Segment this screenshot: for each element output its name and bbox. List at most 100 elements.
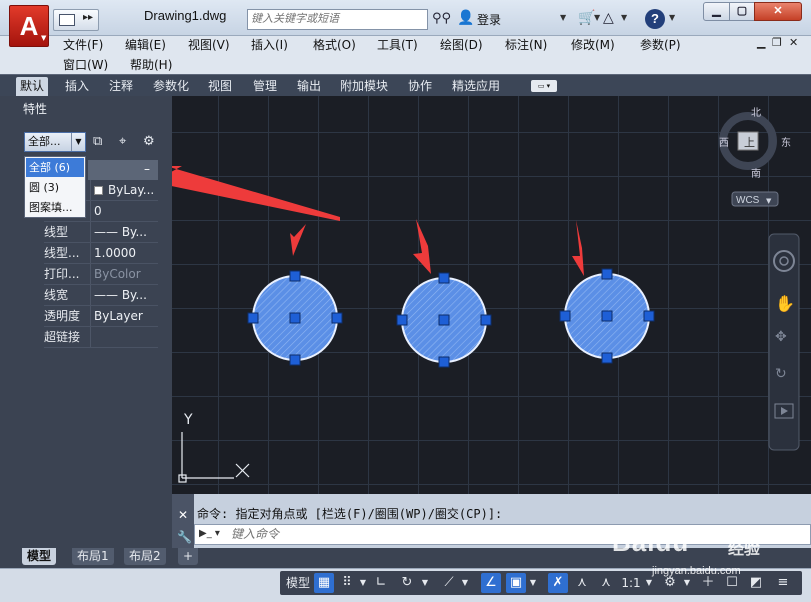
help-icon[interactable]: ? bbox=[645, 9, 665, 29]
prop-linetype-scale-value[interactable]: 1.0000 bbox=[90, 243, 158, 263]
prop-transparency-value[interactable]: ByLayer bbox=[90, 306, 158, 326]
tab-featured-apps[interactable]: 精选应用 bbox=[448, 77, 504, 96]
properties-palette: 特性 全部... ▼ ⧉ ⌖ ⚙ – 全部 (6) 圆 (3) 图案填... B… bbox=[0, 96, 172, 548]
grip bbox=[396, 314, 408, 326]
login-button[interactable]: 登录 bbox=[477, 11, 501, 28]
dropdown-option-all[interactable]: 全部 (6) bbox=[26, 158, 84, 177]
chevron-right-icon[interactable]: ▸▸ bbox=[83, 12, 93, 23]
grip bbox=[289, 270, 301, 282]
snap-icon[interactable]: ⠿ bbox=[338, 573, 356, 593]
menu-tools[interactable]: 工具(T) bbox=[377, 36, 418, 53]
menu-window[interactable]: 窗口(W) bbox=[63, 56, 108, 73]
minimize-button[interactable]: ▁ bbox=[703, 2, 730, 21]
grip bbox=[601, 352, 613, 364]
tab-output[interactable]: 输出 bbox=[293, 77, 325, 96]
search-input[interactable] bbox=[251, 12, 423, 25]
tab-view[interactable]: 视图 bbox=[204, 77, 236, 96]
ribbon-options-icon[interactable]: ▭ ▾ bbox=[531, 80, 557, 92]
new-file-icon[interactable] bbox=[59, 14, 75, 26]
prop-lineweight-value[interactable]: —— By... bbox=[90, 285, 158, 305]
menu-view[interactable]: 视图(V) bbox=[188, 36, 230, 53]
menu-edit[interactable]: 编辑(E) bbox=[125, 36, 166, 53]
tab-parametric[interactable]: 参数化 bbox=[149, 77, 193, 96]
close-button[interactable]: ✕ bbox=[754, 2, 802, 21]
annotation-visibility-icon[interactable]: ✗ bbox=[548, 573, 568, 593]
selection-filter-combo[interactable]: 全部... ▼ bbox=[24, 132, 86, 152]
search-box[interactable] bbox=[247, 9, 428, 30]
tab-layout2[interactable]: 布局2 bbox=[124, 548, 166, 565]
prop-linetype-scale-label: 线型... bbox=[44, 246, 80, 260]
chevron-down-icon[interactable]: ▼ bbox=[420, 573, 430, 593]
wrench-icon[interactable]: 🔧 bbox=[177, 530, 192, 544]
select-objects-icon[interactable]: ⌖ bbox=[119, 134, 126, 149]
grid-icon[interactable]: ▦ bbox=[314, 573, 334, 593]
user-icon[interactable]: 👤 bbox=[457, 10, 474, 26]
menu-modify[interactable]: 修改(M) bbox=[571, 36, 615, 53]
tab-manage[interactable]: 管理 bbox=[249, 77, 281, 96]
prop-color-value[interactable]: ByLay... bbox=[90, 180, 158, 200]
command-line-grip[interactable]: ✕ 🔧 bbox=[172, 494, 194, 548]
chevron-down-icon[interactable]: ▼ bbox=[358, 573, 368, 593]
navigation-bar[interactable]: ✋ ✥ ↻ bbox=[768, 233, 800, 451]
cart-icon[interactable]: 🛒 bbox=[578, 10, 595, 26]
tab-layout1[interactable]: 布局1 bbox=[72, 548, 114, 565]
object-snap-tracking-icon[interactable]: ∠ bbox=[481, 573, 501, 593]
dropdown-option-circle[interactable]: 圆 (3) bbox=[26, 178, 84, 197]
chevron-down-icon[interactable]: ▼ bbox=[669, 13, 675, 22]
menu-draw[interactable]: 绘图(D) bbox=[440, 36, 483, 53]
chevron-down-icon[interactable]: ▼ bbox=[560, 13, 566, 22]
binoculars-icon[interactable]: ⚲⚲ bbox=[432, 11, 451, 26]
model-space-button[interactable]: 模型 bbox=[283, 573, 313, 593]
chevron-down-icon[interactable]: ▼ bbox=[528, 573, 538, 593]
menu-help[interactable]: 帮助(H) bbox=[130, 56, 172, 73]
command-prompt-icon[interactable]: ▶_ ▾ bbox=[199, 528, 220, 539]
prop-plotstyle-value[interactable]: ByColor bbox=[90, 264, 158, 284]
tab-home[interactable]: 默认 bbox=[16, 77, 49, 96]
close-icon[interactable]: ✕ bbox=[178, 508, 188, 522]
selection-combo-label: 全部... bbox=[28, 135, 61, 148]
chevron-down-icon[interactable]: ▼ bbox=[621, 13, 627, 22]
tab-insert[interactable]: 插入 bbox=[61, 77, 93, 96]
viewcube[interactable]: 上 北 南 东 西 WCS ▼ bbox=[719, 107, 791, 207]
object-snap-icon[interactable]: ▣ bbox=[506, 573, 526, 593]
prop-hyperlink-value[interactable] bbox=[90, 327, 158, 347]
viewcube-south: 南 bbox=[751, 167, 761, 180]
chevron-down-icon[interactable]: ▼ bbox=[594, 13, 600, 22]
tab-model[interactable]: 模型 bbox=[22, 548, 57, 565]
menu-bar: 文件(F) 编辑(E) 视图(V) 插入(I) 格式(O) 工具(T) 绘图(D… bbox=[0, 36, 811, 74]
menu-insert[interactable]: 插入(I) bbox=[251, 36, 288, 53]
tab-collaborate[interactable]: 协作 bbox=[404, 77, 436, 96]
doc-close-button[interactable]: ✕ bbox=[789, 36, 798, 49]
isodraft-icon[interactable]: ⟋ bbox=[440, 573, 458, 593]
prop-plotstyle-label: 打印... bbox=[44, 267, 80, 281]
selection-dropdown-list: 全部 (6) 圆 (3) 图案填... bbox=[24, 156, 86, 218]
general-category-header[interactable]: – bbox=[88, 160, 158, 180]
auto-scale-icon[interactable]: ⋏ bbox=[572, 573, 592, 593]
chevron-down-icon[interactable]: ▼ bbox=[71, 133, 85, 151]
doc-restore-button[interactable]: ❐ bbox=[772, 36, 782, 49]
add-layout-button[interactable]: + bbox=[178, 548, 199, 565]
quick-select-icon[interactable]: ⚙ bbox=[143, 134, 155, 149]
ortho-icon[interactable]: ∟ bbox=[373, 573, 389, 593]
chevron-down-icon[interactable]: ▼ bbox=[41, 34, 46, 42]
toggle-pickadd-icon[interactable]: ⧉ bbox=[93, 134, 102, 149]
polar-icon[interactable]: ↻ bbox=[398, 573, 416, 593]
menu-parametric[interactable]: 参数(P) bbox=[640, 36, 681, 53]
menu-dimension[interactable]: 标注(N) bbox=[505, 36, 547, 53]
drawing-svg: Y 上 北 南 东 西 WCS ▼ ✋ ✥ ↻ bbox=[172, 107, 800, 483]
quick-access-toolbar[interactable]: ▸▸ bbox=[53, 9, 99, 31]
collapse-icon[interactable]: – bbox=[144, 160, 150, 178]
exchange-icon[interactable]: △ bbox=[603, 10, 614, 26]
doc-minimize-button[interactable]: ▁ bbox=[757, 36, 765, 49]
dropdown-option-hatch[interactable]: 图案填... bbox=[26, 198, 84, 217]
drawing-canvas[interactable]: Y 上 北 南 东 西 WCS ▼ ✋ ✥ ↻ bbox=[172, 96, 811, 494]
chevron-down-icon[interactable]: ▼ bbox=[460, 573, 470, 593]
maximize-button[interactable]: ▢ bbox=[729, 2, 755, 21]
tab-annotate[interactable]: 注释 bbox=[105, 77, 137, 96]
tab-addins[interactable]: 附加模块 bbox=[336, 77, 392, 96]
menu-file[interactable]: 文件(F) bbox=[63, 36, 103, 53]
watermark-jingyan: 经验 bbox=[728, 539, 761, 558]
prop-layer-value[interactable]: 0 bbox=[90, 201, 158, 221]
prop-linetype-value[interactable]: —— By... bbox=[90, 222, 158, 242]
menu-format[interactable]: 格式(O) bbox=[313, 36, 356, 53]
